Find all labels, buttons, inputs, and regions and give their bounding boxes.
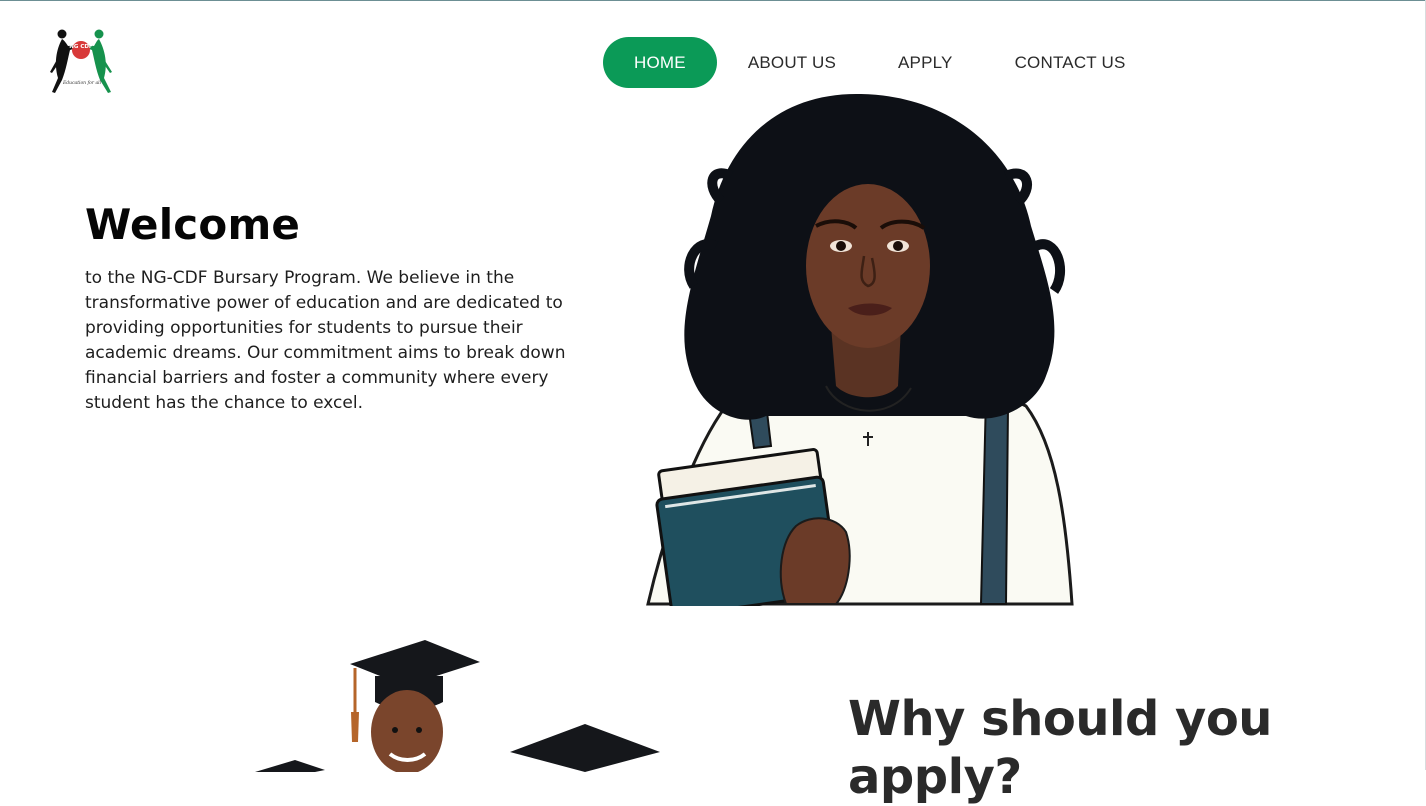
why-apply-title: Why should you apply? xyxy=(848,691,1272,805)
student-illustration xyxy=(636,86,1086,618)
site-logo[interactable]: NG CDF Education for all xyxy=(46,26,118,98)
hero-title: Welcome xyxy=(85,200,301,249)
nav-home[interactable]: HOME xyxy=(603,37,717,88)
student-girl-image xyxy=(646,93,1074,618)
hero-description: to the NG-CDF Bursary Program. We believ… xyxy=(85,268,566,413)
logo-tagline: Education for all xyxy=(62,80,102,86)
main-nav: HOME ABOUT US APPLY CONTACT US xyxy=(603,37,1157,88)
nav-apply[interactable]: APPLY xyxy=(867,37,984,88)
graduates-illustration xyxy=(255,632,675,774)
ngcdf-logo-icon: NG CDF Education for all xyxy=(50,29,112,93)
nav-contact-us[interactable]: CONTACT US xyxy=(984,37,1157,88)
nav-about-us[interactable]: ABOUT US xyxy=(717,37,867,88)
graduates-image xyxy=(255,640,660,774)
logo-badge-text: NG CDF xyxy=(69,44,93,50)
top-border xyxy=(0,0,1426,1)
